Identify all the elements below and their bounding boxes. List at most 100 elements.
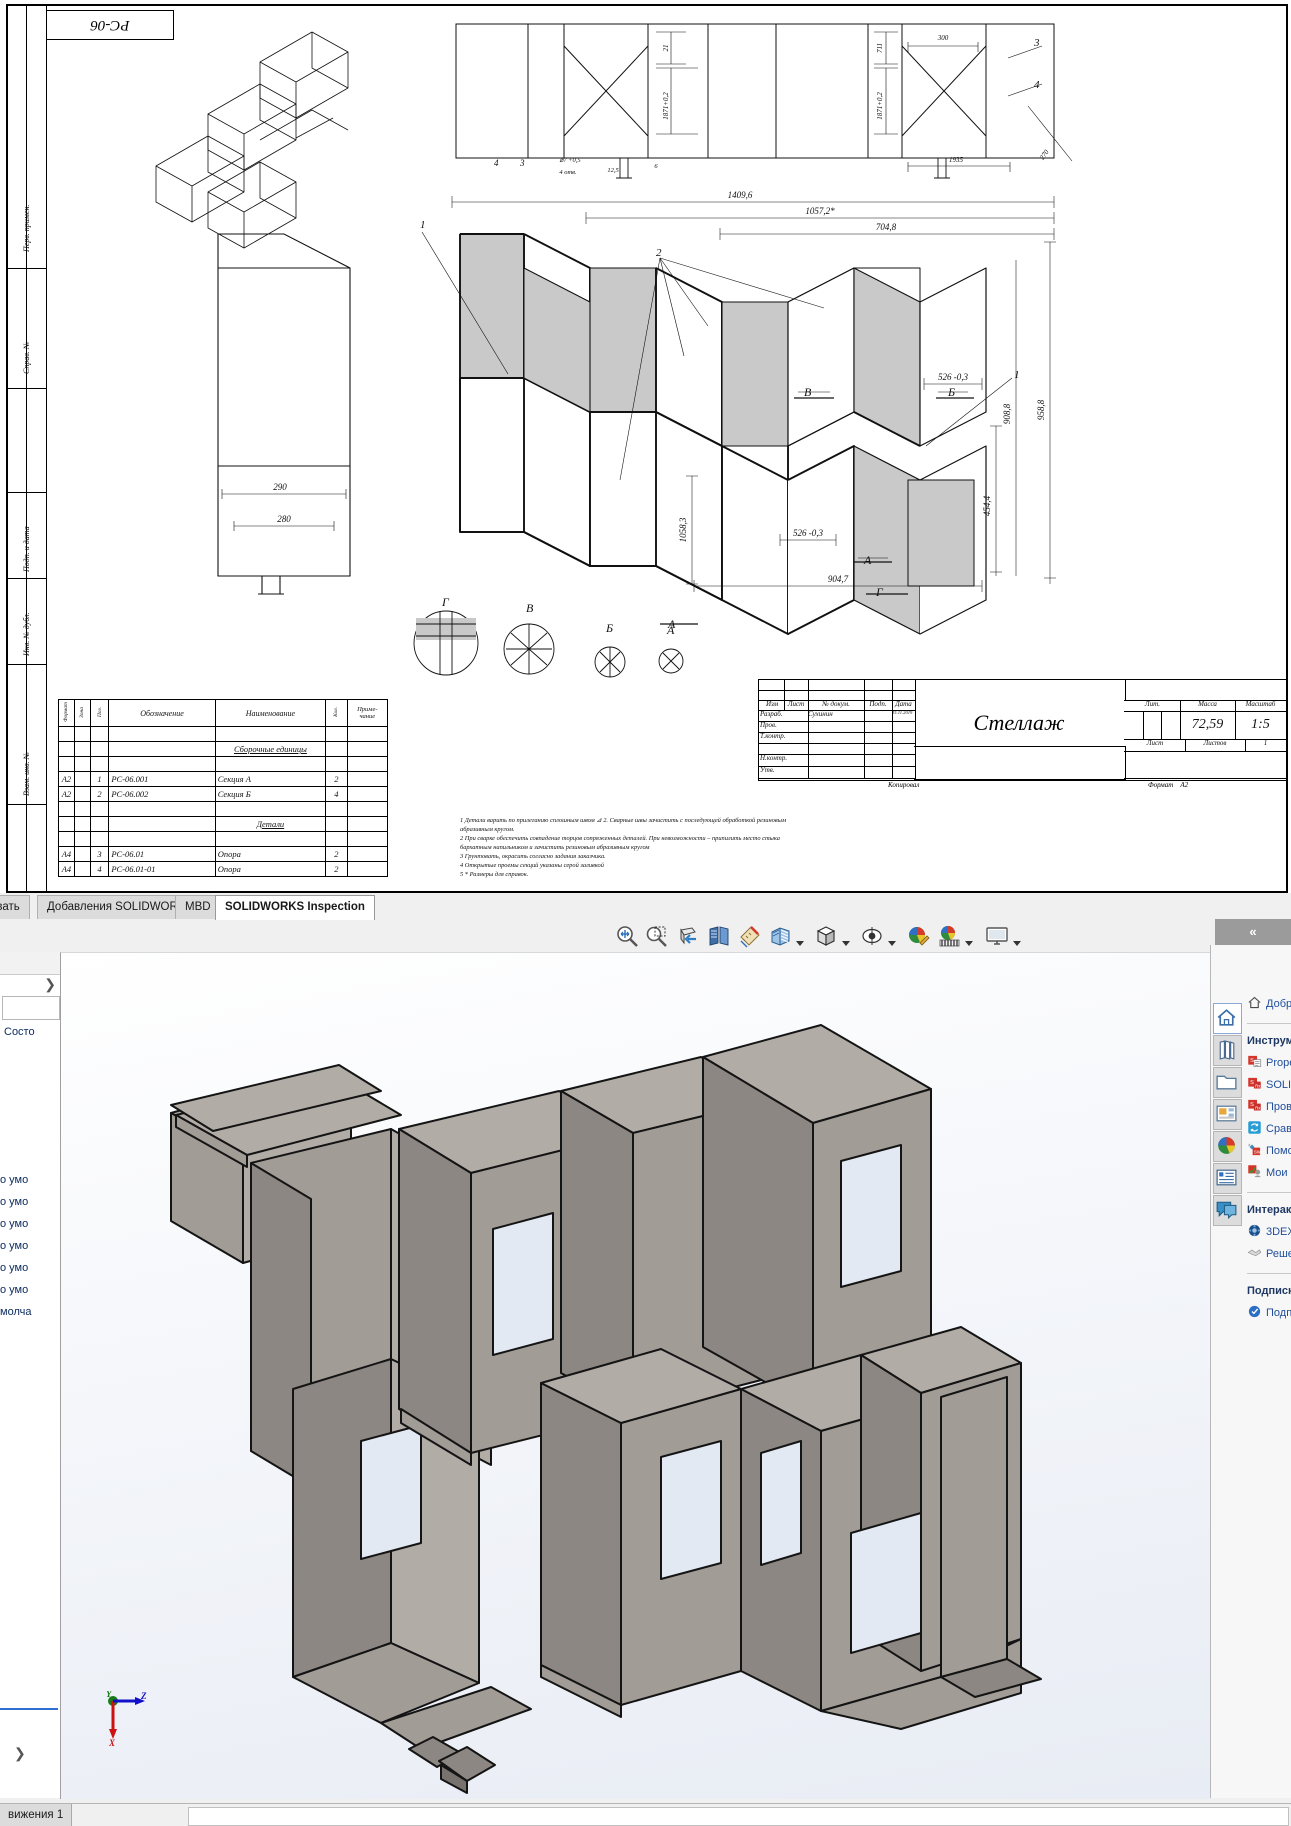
feature-tree-row-0[interactable]: Состо <box>4 1026 35 1038</box>
bom-cell-zone <box>73 786 91 802</box>
view-toolbar <box>0 919 1291 952</box>
design-library-icon[interactable] <box>1213 1035 1242 1066</box>
appearances-scenes-icon[interactable] <box>1213 1131 1242 1162</box>
view-palette-icon[interactable] <box>1213 1099 1242 1130</box>
section-letter-a: А <box>863 553 872 567</box>
feature-tree-row-6[interactable]: о умо <box>0 1284 28 1296</box>
task-pane-item-check[interactable]: S Rx Пров <box>1247 1096 1291 1118</box>
model-3d-view[interactable]: .f1{fill:#b2aca7}.f2{fill:#a29c97}.f3{fi… <box>61 953 1211 1799</box>
bom-cell-qty: 2 <box>325 861 348 877</box>
dim-inner-width: 704,8 <box>876 222 897 232</box>
view-settings-dropdown-arrow[interactable] <box>842 934 850 946</box>
callout-1b: 1 <box>1014 369 1020 381</box>
feature-tree-row-3[interactable]: о умо <box>0 1218 28 1230</box>
measure-icon[interactable] <box>738 924 762 948</box>
callout-3b: 3 <box>519 158 525 168</box>
view-settings-icon[interactable] <box>814 924 838 948</box>
view-setting-dropdown-arrow[interactable] <box>965 934 973 946</box>
apply-scene-icon[interactable] <box>906 924 930 948</box>
bom-cell-note <box>346 771 389 787</box>
task-pane: Добро Инструме S Prope SRx SOLID SRx Про… <box>1210 945 1291 1798</box>
dim-small-2: 6 <box>654 163 658 170</box>
feature-tree-row-4[interactable]: о умо <box>0 1240 28 1252</box>
assistant-icon: SW <box>1247 1142 1262 1157</box>
tech-req-line-1: 2 При сварке обеспечить совпадение торцо… <box>460 835 780 851</box>
section-view-icon[interactable] <box>676 924 700 948</box>
view-setting-icon[interactable] <box>937 924 961 948</box>
technical-requirements: 1 Детали варить по прилеганию сплошным ш… <box>460 816 805 879</box>
home-small-icon <box>1247 995 1262 1010</box>
bom-row[interactable]: A2 2 РС-06.002 Секция Б4 <box>58 786 389 802</box>
hole-count: 4 отв. <box>559 169 577 176</box>
dim-topright-3: 270 <box>1038 148 1051 162</box>
dim-top-2: 1871+0,2 <box>662 92 670 120</box>
task-pane-item-solidworks-rx[interactable]: SRx SOLID <box>1247 1074 1291 1096</box>
tab-solidworks-inspection[interactable]: SOLIDWORKS Inspection <box>215 895 375 920</box>
bom-row[interactable]: A4 4 РС-06.01-01 Опора 2 <box>58 861 389 877</box>
collapse-task-pane-button[interactable]: « <box>1215 919 1291 945</box>
feature-tree-row-7[interactable]: молча <box>0 1306 31 1318</box>
bom-col-name: Наименование <box>214 699 327 727</box>
hide-show-items-icon[interactable] <box>860 924 884 948</box>
bom-cell-name: Секция Б <box>214 786 327 802</box>
task-pane-welcome[interactable]: Добро <box>1247 993 1291 1015</box>
tab-mbd[interactable]: MBD <box>175 895 221 919</box>
view-orientation-icon[interactable] <box>707 924 731 948</box>
zoom-to-area-icon[interactable] <box>645 924 669 948</box>
bom-cell-note <box>346 846 389 862</box>
bom-group-title-row: Сборочные единицы <box>58 741 389 757</box>
tab-cut[interactable]: овать <box>0 895 30 919</box>
drawing-frame: Перв. примен. Справ. № Подп. и дата Инв.… <box>6 0 1288 893</box>
task-pane-item-my-products[interactable]: Мои п <box>1247 1162 1291 1184</box>
tb-role-utv: Утв. <box>759 766 809 779</box>
custom-properties-icon[interactable] <box>1213 1163 1242 1194</box>
task-pane-item-compare[interactable]: Сравн <box>1247 1118 1291 1140</box>
bom-col-designation: Обозначение <box>108 699 216 727</box>
bom-col-qty: Кол. <box>325 699 348 727</box>
viewport-dropdown-arrow[interactable] <box>1013 934 1021 946</box>
viewport-icon[interactable] <box>985 924 1009 948</box>
section-letter-v: В <box>804 385 812 399</box>
task-pane-item-assistant[interactable]: SW Помо <box>1247 1140 1291 1162</box>
task-pane-item-3dexperience[interactable]: 3DEXP <box>1247 1221 1291 1243</box>
zoom-to-fit-icon[interactable] <box>615 924 639 948</box>
display-style-icon[interactable] <box>769 924 793 948</box>
bom-row[interactable]: A4 3 РС-06.01 Опора 2 <box>58 846 389 862</box>
bom-row[interactable]: A2 1 РС-06.001 Секция А2 <box>58 771 389 787</box>
feature-tree-row-2[interactable]: о умо <box>0 1196 28 1208</box>
task-pane-item-properties[interactable]: S Prope <box>1247 1052 1291 1074</box>
callout-4: 4 <box>1034 79 1040 91</box>
feature-manager-collapse-chevron[interactable]: ❯ <box>14 1745 26 1762</box>
bom-col-zone: Зона <box>73 699 91 727</box>
feature-tree-row-1[interactable]: о умо <box>0 1174 28 1186</box>
callout-2: 2 <box>656 247 662 259</box>
bom-col-format: Формат <box>58 699 75 727</box>
display-style-dropdown-arrow[interactable] <box>796 934 804 946</box>
dim-top-3: 711 <box>876 43 884 53</box>
home-icon[interactable] <box>1213 1003 1242 1034</box>
bom-cell-zone <box>73 861 91 877</box>
hide-show-dropdown-arrow[interactable] <box>888 934 896 946</box>
file-explorer-icon[interactable] <box>1213 1067 1242 1098</box>
task-pane-item-subscription[interactable]: Подпи <box>1247 1302 1291 1324</box>
graphics-area[interactable]: .f1{fill:#b2aca7}.f2{fill:#a29c97}.f3{fi… <box>60 952 1211 1799</box>
section-letter-g: Г <box>875 585 884 599</box>
bom-group-title: Детали <box>214 816 327 832</box>
triad-x-label: X <box>108 1738 116 1747</box>
solidworks-forum-icon[interactable] <box>1213 1195 1242 1226</box>
hole-note: ⌀7 +0,5 <box>559 157 581 164</box>
feature-tree-row-5[interactable]: о умо <box>0 1262 28 1274</box>
bom-cell-designation: РС-06.001 <box>108 771 216 787</box>
solutions-icon <box>1247 1245 1262 1260</box>
feature-manager-expand-chevron[interactable]: ❯ <box>44 976 56 993</box>
svg-text:Rx: Rx <box>1255 1083 1261 1088</box>
feature-manager-filter-box[interactable] <box>2 996 60 1020</box>
bom-cell-pos: 1 <box>89 771 110 787</box>
dim-top-1: 21 <box>662 45 670 52</box>
format-value: A2 <box>1180 781 1189 789</box>
task-pane-heading-subscription: Подписка <box>1247 1285 1291 1297</box>
task-pane-item-solutions[interactable]: Решен <box>1247 1243 1291 1265</box>
motion-study-tab[interactable]: вижения 1 <box>0 1804 73 1826</box>
bom-spacer-row <box>58 801 389 817</box>
bom-cell-zone <box>73 771 91 787</box>
